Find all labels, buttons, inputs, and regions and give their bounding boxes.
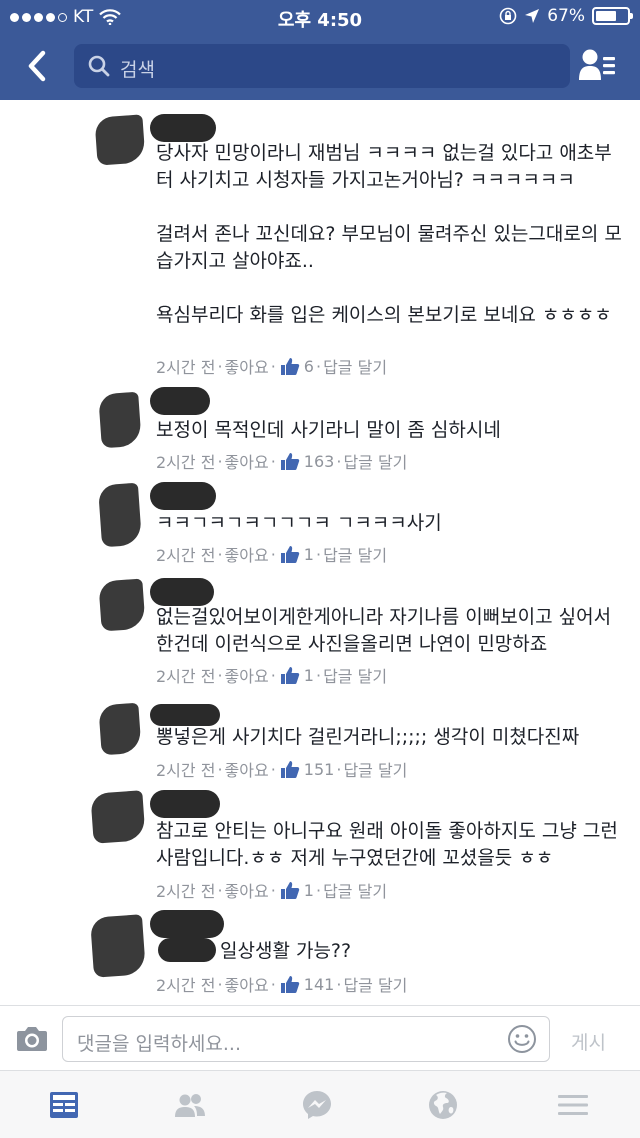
search-placeholder: 검색 bbox=[120, 59, 155, 81]
like-button[interactable]: 좋아요 bbox=[225, 542, 269, 566]
comment-time: 2시간 전 bbox=[156, 546, 216, 565]
thumbs-up-icon bbox=[280, 975, 299, 993]
reply-button[interactable]: 답글 달기 bbox=[343, 449, 407, 473]
like-count: 1 bbox=[303, 544, 314, 564]
battery-percent: 67% bbox=[547, 6, 585, 26]
avatar[interactable] bbox=[94, 114, 146, 166]
comment-time: 2시간 전 bbox=[156, 882, 216, 901]
comment-composer: 댓글을 입력하세요... 게시 bbox=[0, 1005, 640, 1070]
thumbs-up-icon bbox=[280, 545, 299, 563]
comment-meta: 2시간 전 · 좋아요 · 151 · 답글 달기 bbox=[156, 756, 409, 782]
post-button[interactable]: 게시 bbox=[571, 1028, 606, 1055]
reply-button[interactable]: 답글 달기 bbox=[343, 972, 407, 996]
comment-text: 뽕넣은게 사기치다 걸린거라니;;;;; 생각이 미쳤다진짜 bbox=[156, 726, 580, 748]
rotation-lock-icon bbox=[499, 7, 517, 25]
like-count: 1 bbox=[303, 665, 314, 685]
comment-text: 당사자 민망이라니 재범님 ㅋㅋㅋㅋ 없는걸 있다고 애초부터 사기치고 시청자… bbox=[156, 142, 622, 326]
navigation-header: KT 오후 4:50 67% 검색 bbox=[0, 0, 640, 100]
like-count: 6 bbox=[303, 356, 314, 376]
reply-button[interactable]: 답글 달기 bbox=[323, 354, 387, 378]
like-button[interactable]: 좋아요 bbox=[225, 354, 269, 378]
avatar[interactable] bbox=[97, 482, 143, 548]
comment-meta: 2시간 전 · 좋아요 · 1 · 답글 달기 bbox=[156, 541, 389, 567]
search-icon bbox=[88, 55, 110, 77]
comment-time: 2시간 전 bbox=[156, 453, 216, 472]
commenter-name-redacted[interactable] bbox=[150, 578, 214, 606]
avatar[interactable] bbox=[90, 790, 146, 844]
friend-list-icon[interactable] bbox=[578, 47, 616, 83]
comment-meta: 2시간 전 · 좋아요 · 6 · 답글 달기 bbox=[156, 353, 389, 379]
menu-icon[interactable] bbox=[557, 1089, 589, 1121]
comment-input-placeholder: 댓글을 입력하세요... bbox=[77, 1033, 241, 1055]
friends-icon[interactable] bbox=[174, 1089, 206, 1121]
like-button[interactable]: 좋아요 bbox=[225, 757, 269, 781]
reply-button[interactable]: 답글 달기 bbox=[323, 663, 387, 687]
comment-meta: 2시간 전 · 좋아요 · 1 · 답글 달기 bbox=[156, 877, 389, 903]
reply-button[interactable]: 답글 달기 bbox=[323, 878, 387, 902]
comment-text: ㅋㅋㄱㅋㄱㅋㄱㄱㄱㅋ ㄱㅋㅋㅋ사기 bbox=[156, 512, 442, 534]
avatar[interactable] bbox=[98, 578, 146, 632]
avatar[interactable] bbox=[98, 702, 142, 756]
like-count: 151 bbox=[303, 759, 335, 779]
like-button[interactable]: 좋아요 bbox=[225, 878, 269, 902]
thumbs-up-icon bbox=[280, 881, 299, 899]
comment-time: 2시간 전 bbox=[156, 761, 216, 780]
thumbs-up-icon bbox=[280, 666, 299, 684]
commenter-name-redacted[interactable] bbox=[150, 114, 216, 142]
camera-icon[interactable] bbox=[16, 1024, 48, 1052]
like-count: 163 bbox=[303, 451, 335, 471]
reply-button[interactable]: 답글 달기 bbox=[343, 757, 407, 781]
avatar[interactable] bbox=[98, 391, 142, 449]
back-chevron-icon[interactable] bbox=[22, 48, 54, 84]
reply-button[interactable]: 답글 달기 bbox=[323, 542, 387, 566]
avatar[interactable] bbox=[89, 914, 147, 978]
commenter-name-redacted[interactable] bbox=[150, 790, 220, 818]
like-button[interactable]: 좋아요 bbox=[225, 449, 269, 473]
messenger-icon[interactable] bbox=[301, 1089, 333, 1121]
status-bar: KT 오후 4:50 67% bbox=[0, 0, 640, 34]
comment-time: 2시간 전 bbox=[156, 358, 216, 377]
comment-meta: 2시간 전 · 좋아요 · 1 · 답글 달기 bbox=[156, 662, 389, 688]
thumbs-up-icon bbox=[280, 357, 299, 375]
comment-time: 2시간 전 bbox=[156, 667, 216, 686]
like-count: 141 bbox=[303, 974, 335, 994]
battery-icon bbox=[592, 7, 633, 25]
comment-list: 당사자 민망이라니 재범님 ㅋㅋㅋㅋ 없는걸 있다고 애초부터 사기치고 시청자… bbox=[0, 100, 640, 1005]
emoji-smiley-icon[interactable] bbox=[507, 1024, 537, 1054]
comment-time: 2시간 전 bbox=[156, 976, 216, 995]
comment-text: 참고로 안티는 아니구요 원래 아이돌 좋아하지도 그냥 그런 사람입니다.ㅎㅎ… bbox=[156, 820, 618, 869]
name-tag-redacted bbox=[158, 938, 216, 962]
comment-meta: 2시간 전 · 좋아요 · 163 · 답글 달기 bbox=[156, 448, 409, 474]
thumbs-up-icon bbox=[280, 760, 299, 778]
thumbs-up-icon bbox=[280, 452, 299, 470]
like-button[interactable]: 좋아요 bbox=[225, 663, 269, 687]
news-feed-icon[interactable] bbox=[48, 1089, 80, 1121]
commenter-name-redacted[interactable] bbox=[150, 387, 210, 415]
location-arrow-icon bbox=[525, 9, 540, 23]
commenter-name-redacted[interactable] bbox=[150, 910, 224, 938]
search-bar[interactable]: 검색 bbox=[74, 44, 570, 88]
like-count: 1 bbox=[303, 880, 314, 900]
comment-text: 보정이 목적인데 사기라니 말이 좀 심하시네 bbox=[156, 419, 501, 441]
commenter-name-redacted[interactable] bbox=[150, 704, 220, 726]
comment-input[interactable]: 댓글을 입력하세요... bbox=[62, 1016, 550, 1062]
comment-meta: 2시간 전 · 좋아요 · 141 · 답글 달기 bbox=[156, 971, 409, 997]
comment-text: 일상생활 가능?? bbox=[220, 940, 352, 962]
comment-text: 없는걸있어보이게한게아니라 자기나름 이뻐보이고 싶어서 한건데 이런식으로 사… bbox=[156, 606, 612, 655]
notifications-globe-icon[interactable] bbox=[427, 1089, 459, 1121]
like-button[interactable]: 좋아요 bbox=[225, 972, 269, 996]
commenter-name-redacted[interactable] bbox=[150, 482, 216, 510]
bottom-tab-bar bbox=[0, 1070, 640, 1138]
